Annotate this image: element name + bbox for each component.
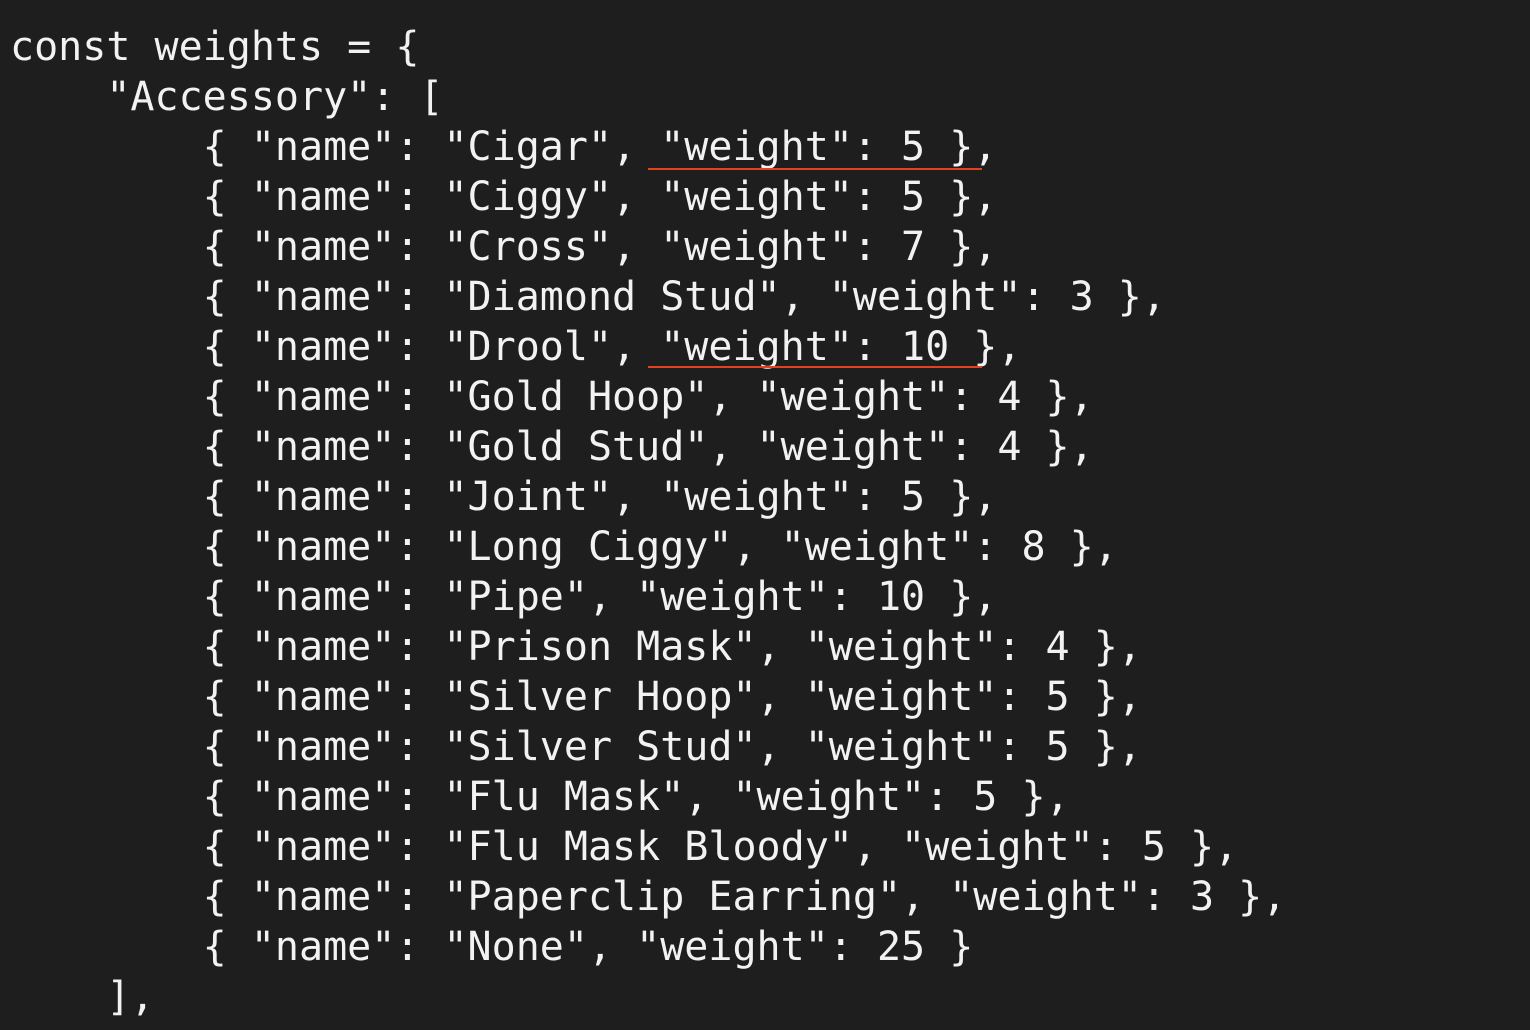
code-editor[interactable]: const weights = { "Accessory": [ { "name…: [0, 0, 1530, 1030]
code-line-2[interactable]: "Accessory": [: [10, 72, 443, 122]
code-line-4[interactable]: { "name": "Ciggy", "weight": 5 },: [10, 172, 998, 222]
code-line-6[interactable]: { "name": "Diamond Stud", "weight": 3 },: [10, 272, 1166, 322]
code-line-18[interactable]: { "name": "Paperclip Earring", "weight":…: [10, 872, 1287, 922]
code-line-10[interactable]: { "name": "Joint", "weight": 5 },: [10, 472, 998, 522]
error-squiggle-cigar[interactable]: [648, 168, 982, 170]
code-line-11[interactable]: { "name": "Long Ciggy", "weight": 8 },: [10, 522, 1118, 572]
code-line-7[interactable]: { "name": "Drool", "weight": 10 },: [10, 322, 1022, 372]
code-line-20[interactable]: ],: [10, 972, 154, 1022]
code-line-15[interactable]: { "name": "Silver Stud", "weight": 5 },: [10, 722, 1142, 772]
code-line-8[interactable]: { "name": "Gold Hoop", "weight": 4 },: [10, 372, 1094, 422]
code-line-12[interactable]: { "name": "Pipe", "weight": 10 },: [10, 572, 998, 622]
error-squiggle-drool[interactable]: [648, 366, 982, 368]
code-line-13[interactable]: { "name": "Prison Mask", "weight": 4 },: [10, 622, 1142, 672]
code-line-1[interactable]: const weights = {: [10, 22, 419, 72]
code-line-5[interactable]: { "name": "Cross", "weight": 7 },: [10, 222, 998, 272]
code-line-17[interactable]: { "name": "Flu Mask Bloody", "weight": 5…: [10, 822, 1239, 872]
code-line-3[interactable]: { "name": "Cigar", "weight": 5 },: [10, 122, 998, 172]
code-line-14[interactable]: { "name": "Silver Hoop", "weight": 5 },: [10, 672, 1142, 722]
code-line-16[interactable]: { "name": "Flu Mask", "weight": 5 },: [10, 772, 1070, 822]
code-line-9[interactable]: { "name": "Gold Stud", "weight": 4 },: [10, 422, 1094, 472]
code-line-19[interactable]: { "name": "None", "weight": 25 }: [10, 922, 974, 972]
